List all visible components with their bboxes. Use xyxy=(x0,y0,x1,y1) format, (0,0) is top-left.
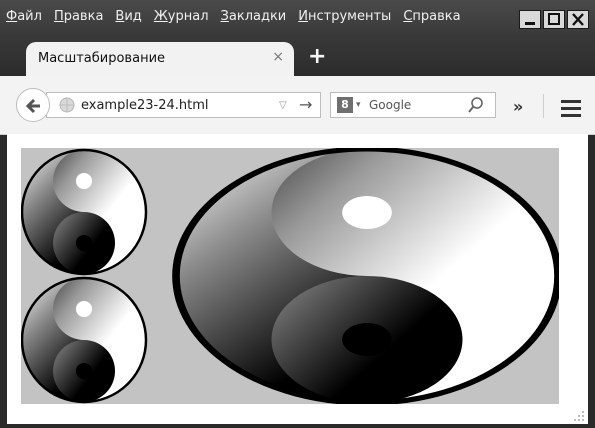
menu-list: Файл Правка Вид Журнал Закладки Инструменты Сп… xyxy=(6,0,473,32)
menu-item-label: правка xyxy=(412,8,461,24)
menu-item-label: акладки xyxy=(228,8,287,24)
menu-item-accel: И xyxy=(298,8,308,24)
minimize-button[interactable] xyxy=(519,10,541,29)
menu-item-0[interactable]: Файл xyxy=(6,9,42,24)
yin-yang-small-bottom xyxy=(20,276,148,404)
navigation-bar: example23-24.html ▽ → 8 ▾ Google » xyxy=(0,76,595,135)
tab-active[interactable]: Масштабирование × xyxy=(26,42,294,76)
hamburger-menu-icon[interactable] xyxy=(561,100,581,121)
menu-item-label: айл xyxy=(17,8,42,24)
go-arrow-icon[interactable]: → xyxy=(299,95,312,114)
back-arrow-icon xyxy=(25,98,40,114)
menu-item-label: урнал xyxy=(167,8,209,24)
page-content xyxy=(7,134,588,424)
overflow-button[interactable]: » xyxy=(513,97,523,116)
menu-item-5[interactable]: Инструменты xyxy=(298,9,391,24)
globe-icon xyxy=(59,97,75,117)
yin-yang-canvas xyxy=(20,148,559,404)
menu-item-3[interactable]: Журнал xyxy=(154,9,209,24)
menu-item-accel: В xyxy=(115,8,125,24)
toolbar-separator xyxy=(543,94,544,118)
menu-item-2[interactable]: Вид xyxy=(115,9,141,24)
tab-strip: Масштабирование × + xyxy=(0,32,595,76)
menu-item-accel: Ж xyxy=(153,8,168,24)
menu-item-accel: Ф xyxy=(6,8,18,24)
menu-item-accel: З xyxy=(220,8,229,24)
menu-item-accel: П xyxy=(53,8,64,24)
back-button[interactable] xyxy=(16,88,50,122)
menu-item-6[interactable]: Справка xyxy=(403,9,460,24)
search-placeholder[interactable]: Google xyxy=(369,98,411,112)
url-bar[interactable]: example23-24.html ▽ → xyxy=(46,92,321,118)
menu-item-label: нструменты xyxy=(308,8,392,24)
search-engine-dropdown-icon[interactable]: ▾ xyxy=(356,100,361,110)
menu-item-1[interactable]: Правка xyxy=(54,9,103,24)
yin-yang-small-top xyxy=(20,148,148,276)
tab-close-icon[interactable]: × xyxy=(272,49,284,65)
url-dropdown-icon[interactable]: ▽ xyxy=(279,100,287,111)
tab-title: Масштабирование xyxy=(38,51,166,66)
window-controls xyxy=(517,10,589,29)
menu-bar: Файл Правка Вид Журнал Закладки Инструменты Сп… xyxy=(0,0,595,32)
close-window-button[interactable] xyxy=(567,10,589,29)
browser-window: Файл Правка Вид Журнал Закладки Инструменты Сп… xyxy=(0,0,595,428)
yin-yang-large xyxy=(176,149,558,403)
maximize-button[interactable] xyxy=(543,10,565,29)
menu-item-label: ид xyxy=(124,8,142,24)
menu-item-label: равка xyxy=(63,8,104,24)
search-engine-icon[interactable]: 8 xyxy=(337,97,353,113)
search-bar[interactable]: 8 ▾ Google xyxy=(330,92,496,118)
new-tab-button[interactable]: + xyxy=(308,44,326,69)
magnifier-icon[interactable] xyxy=(467,96,485,118)
menu-item-4[interactable]: Закладки xyxy=(221,9,287,24)
resize-grip-icon[interactable] xyxy=(573,410,585,422)
url-text[interactable]: example23-24.html xyxy=(81,98,208,113)
canvas xyxy=(20,148,559,404)
